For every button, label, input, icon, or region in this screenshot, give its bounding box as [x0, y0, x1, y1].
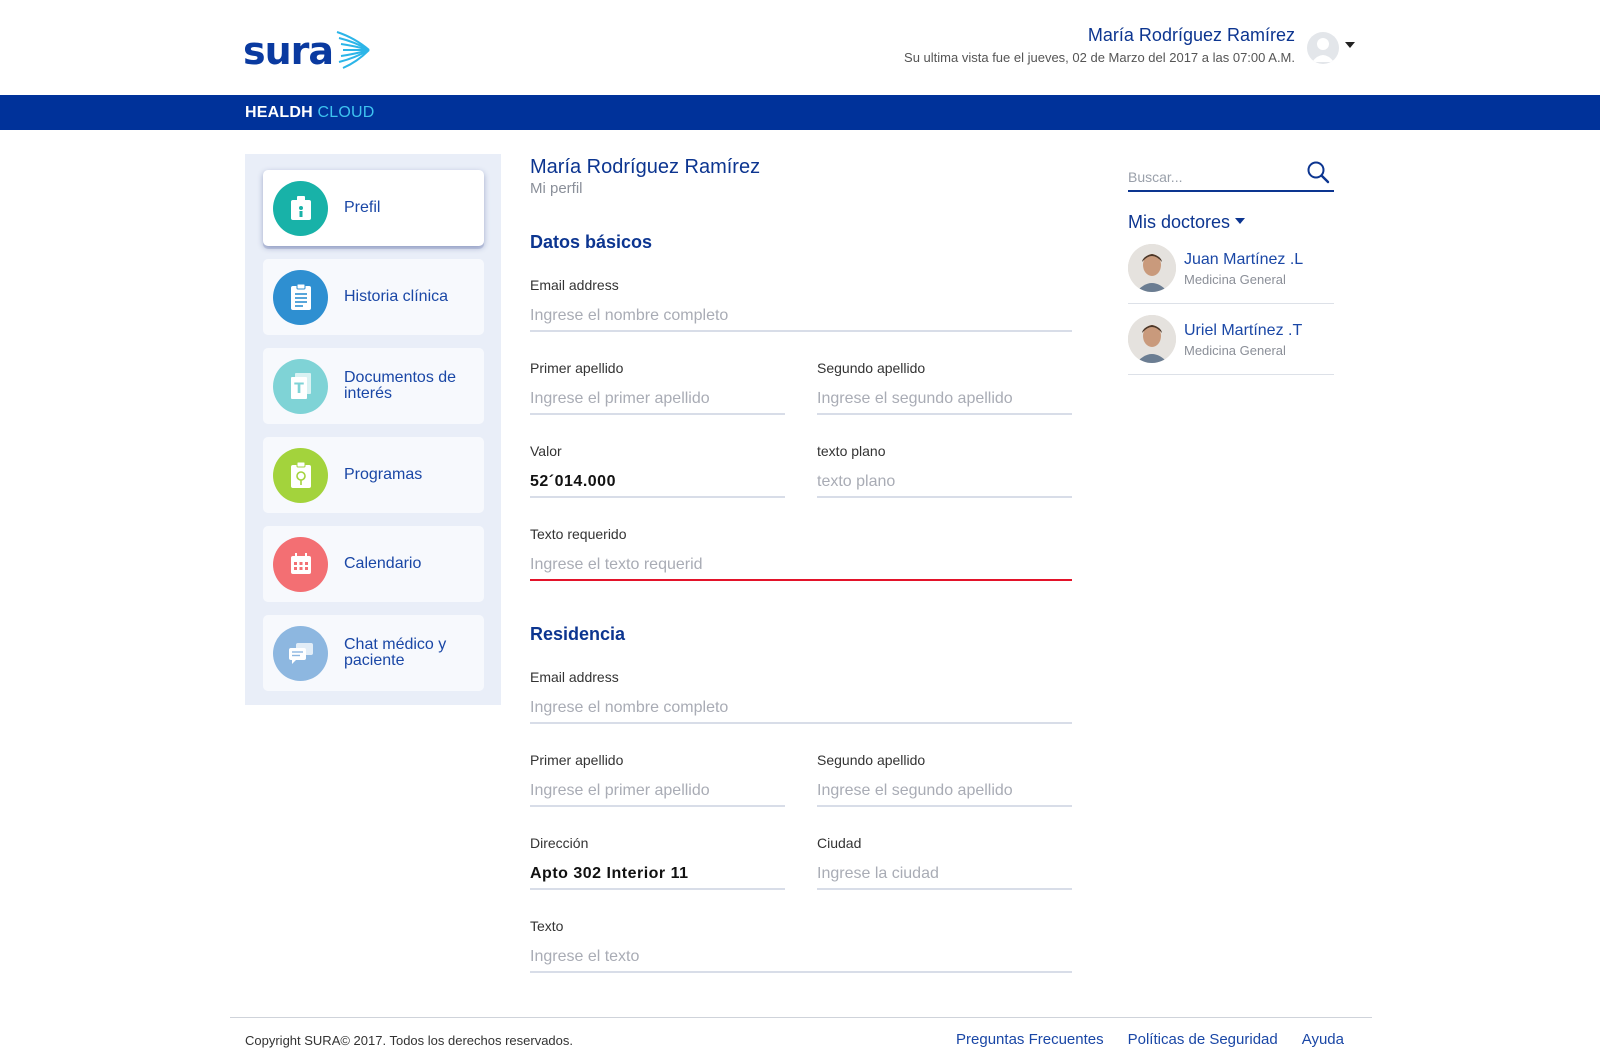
- logo-wing-icon: [336, 31, 370, 69]
- profile-form: María Rodríguez Ramírez Mi perfil Datos …: [530, 154, 1074, 973]
- sidebar-item-label: Prefil: [344, 199, 381, 216]
- sidebar-item-label: Programas: [344, 466, 423, 483]
- search-icon[interactable]: [1306, 160, 1330, 189]
- field-residencia-segundo-apellido: Segundo apellido: [817, 751, 1072, 807]
- sidebar-item-label: Documentos de interés: [344, 369, 457, 402]
- field-texto-plano: texto plano: [817, 442, 1072, 498]
- ciudad-input[interactable]: [817, 860, 1072, 890]
- texto-requerido-input[interactable]: [530, 551, 1072, 581]
- svg-text:T: T: [294, 381, 304, 397]
- page-title: María Rodríguez Ramírez: [530, 156, 761, 178]
- doctor-name: Juan Martínez .L: [1184, 250, 1304, 268]
- user-menu-caret-icon[interactable]: [1345, 42, 1355, 48]
- user-info: María Rodríguez Ramírez Su ultima vista …: [904, 24, 1295, 65]
- sidebar-item-label: Calendario: [344, 555, 422, 572]
- direccion-label: Dirección: [530, 835, 589, 851]
- footer-link-security[interactable]: Políticas de Seguridad: [1128, 1031, 1278, 1048]
- search-input[interactable]: [1128, 154, 1334, 192]
- texto-input[interactable]: [530, 943, 1072, 973]
- sidebar-item-calendario[interactable]: Calendario: [263, 526, 484, 602]
- sura-logo[interactable]: sura: [243, 30, 371, 72]
- user-name[interactable]: María Rodríguez Ramírez: [904, 24, 1295, 46]
- texto-plano-input[interactable]: [817, 468, 1072, 498]
- primer-apellido-input[interactable]: [530, 385, 785, 415]
- doctor-list-item[interactable]: Juan Martínez .L Medicina General: [1128, 233, 1334, 304]
- mis-doctores-dropdown[interactable]: Mis doctores: [1128, 212, 1334, 233]
- residencia-primer-apellido-input[interactable]: [530, 777, 785, 807]
- field-texto: Texto: [530, 917, 1072, 973]
- program-icon: [273, 447, 328, 503]
- sidebar-item-programas[interactable]: Programas: [263, 437, 484, 513]
- field-residencia-primer-apellido: Primer apellido: [530, 751, 785, 807]
- sidebar-item-label: Chat médico y paciente: [344, 636, 447, 669]
- valor-label: Valor: [530, 443, 562, 459]
- texto-label: Texto: [530, 918, 564, 934]
- mis-doctores-title: Mis doctores: [1128, 212, 1231, 232]
- brand-accent: CLOUD: [317, 104, 375, 121]
- field-email: Email address: [530, 276, 1072, 332]
- field-ciudad: Ciudad: [817, 834, 1072, 890]
- sidebar-nav: Prefil Historia clínica T Documentos de …: [245, 154, 501, 705]
- ciudad-label: Ciudad: [817, 835, 862, 851]
- logo-wordmark: sura: [243, 29, 334, 73]
- right-panel: Mis doctores Juan Martínez .L Medicina G…: [1128, 154, 1334, 375]
- primer-apellido-label: Primer apellido: [530, 360, 624, 376]
- user-avatar[interactable]: [1307, 32, 1339, 64]
- field-direccion: Dirección: [530, 834, 785, 890]
- brand-primary: HEALDH: [245, 104, 313, 121]
- clipboard-icon: [273, 269, 328, 325]
- footer-link-faq[interactable]: Preguntas Frecuentes: [956, 1031, 1104, 1048]
- field-segundo-apellido: Segundo apellido: [817, 359, 1072, 415]
- field-texto-requerido: Texto requerido: [530, 525, 1072, 581]
- section-title-residencia: Residencia: [530, 624, 626, 644]
- last-visit-text: Su ultima vista fue el jueves, 02 de Mar…: [904, 50, 1295, 65]
- calendar-icon: [273, 536, 328, 592]
- documents-icon: T: [273, 358, 328, 414]
- doctor-list-item[interactable]: Uriel Martínez .T Medicina General: [1128, 304, 1334, 375]
- sidebar-item-chat[interactable]: Chat médico y paciente: [263, 615, 484, 691]
- doctor-specialty: Medicina General: [1184, 271, 1286, 287]
- segundo-apellido-input[interactable]: [817, 385, 1072, 415]
- email-label: Email address: [530, 669, 619, 685]
- brand-bar: HEALDH CLOUD: [0, 95, 1600, 130]
- texto-plano-label: texto plano: [817, 443, 886, 459]
- app-header: sura María Rodríguez Ramírez Su ultima v…: [0, 0, 1600, 94]
- segundo-apellido-label: Segundo apellido: [817, 752, 926, 768]
- field-primer-apellido: Primer apellido: [530, 359, 785, 415]
- sidebar-item-perfil[interactable]: Prefil: [263, 170, 484, 246]
- residencia-email-input[interactable]: [530, 694, 1072, 724]
- section-title-datos-basicos: Datos básicos: [530, 232, 653, 252]
- sidebar-item-label: Historia clínica: [344, 288, 449, 305]
- email-input[interactable]: [530, 302, 1072, 332]
- footer-link-help[interactable]: Ayuda: [1302, 1031, 1344, 1048]
- primer-apellido-label: Primer apellido: [530, 752, 624, 768]
- valor-input[interactable]: [530, 468, 785, 498]
- doctor-name: Uriel Martínez .T: [1184, 321, 1303, 339]
- doctor-specialty: Medicina General: [1184, 342, 1286, 358]
- copyright-text: Copyright SURA© 2017. Todos los derechos…: [245, 1033, 574, 1048]
- segundo-apellido-label: Segundo apellido: [817, 360, 926, 376]
- user-silhouette-icon: [1312, 38, 1334, 62]
- residencia-segundo-apellido-input[interactable]: [817, 777, 1072, 807]
- email-label: Email address: [530, 277, 619, 293]
- footer-links: Preguntas Frecuentes Políticas de Seguri…: [932, 1031, 1344, 1048]
- sidebar-item-documentos[interactable]: T Documentos de interés: [263, 348, 484, 424]
- direccion-input[interactable]: [530, 860, 785, 890]
- doctor-avatar: [1128, 244, 1176, 292]
- texto-requerido-label: Texto requerido: [530, 526, 627, 542]
- chevron-down-icon: [1235, 218, 1246, 224]
- doctor-avatar: [1128, 315, 1176, 363]
- footer-divider: [230, 1017, 1372, 1018]
- chat-icon: [273, 625, 328, 681]
- search-box: [1128, 154, 1334, 192]
- field-residencia-email: Email address: [530, 668, 1072, 724]
- profile-icon: [273, 180, 328, 236]
- field-valor: Valor: [530, 442, 785, 498]
- sidebar-item-historia[interactable]: Historia clínica: [263, 259, 484, 335]
- page-subtitle: Mi perfil: [530, 180, 583, 197]
- app-brand-title: HEALDH CLOUD: [245, 104, 375, 122]
